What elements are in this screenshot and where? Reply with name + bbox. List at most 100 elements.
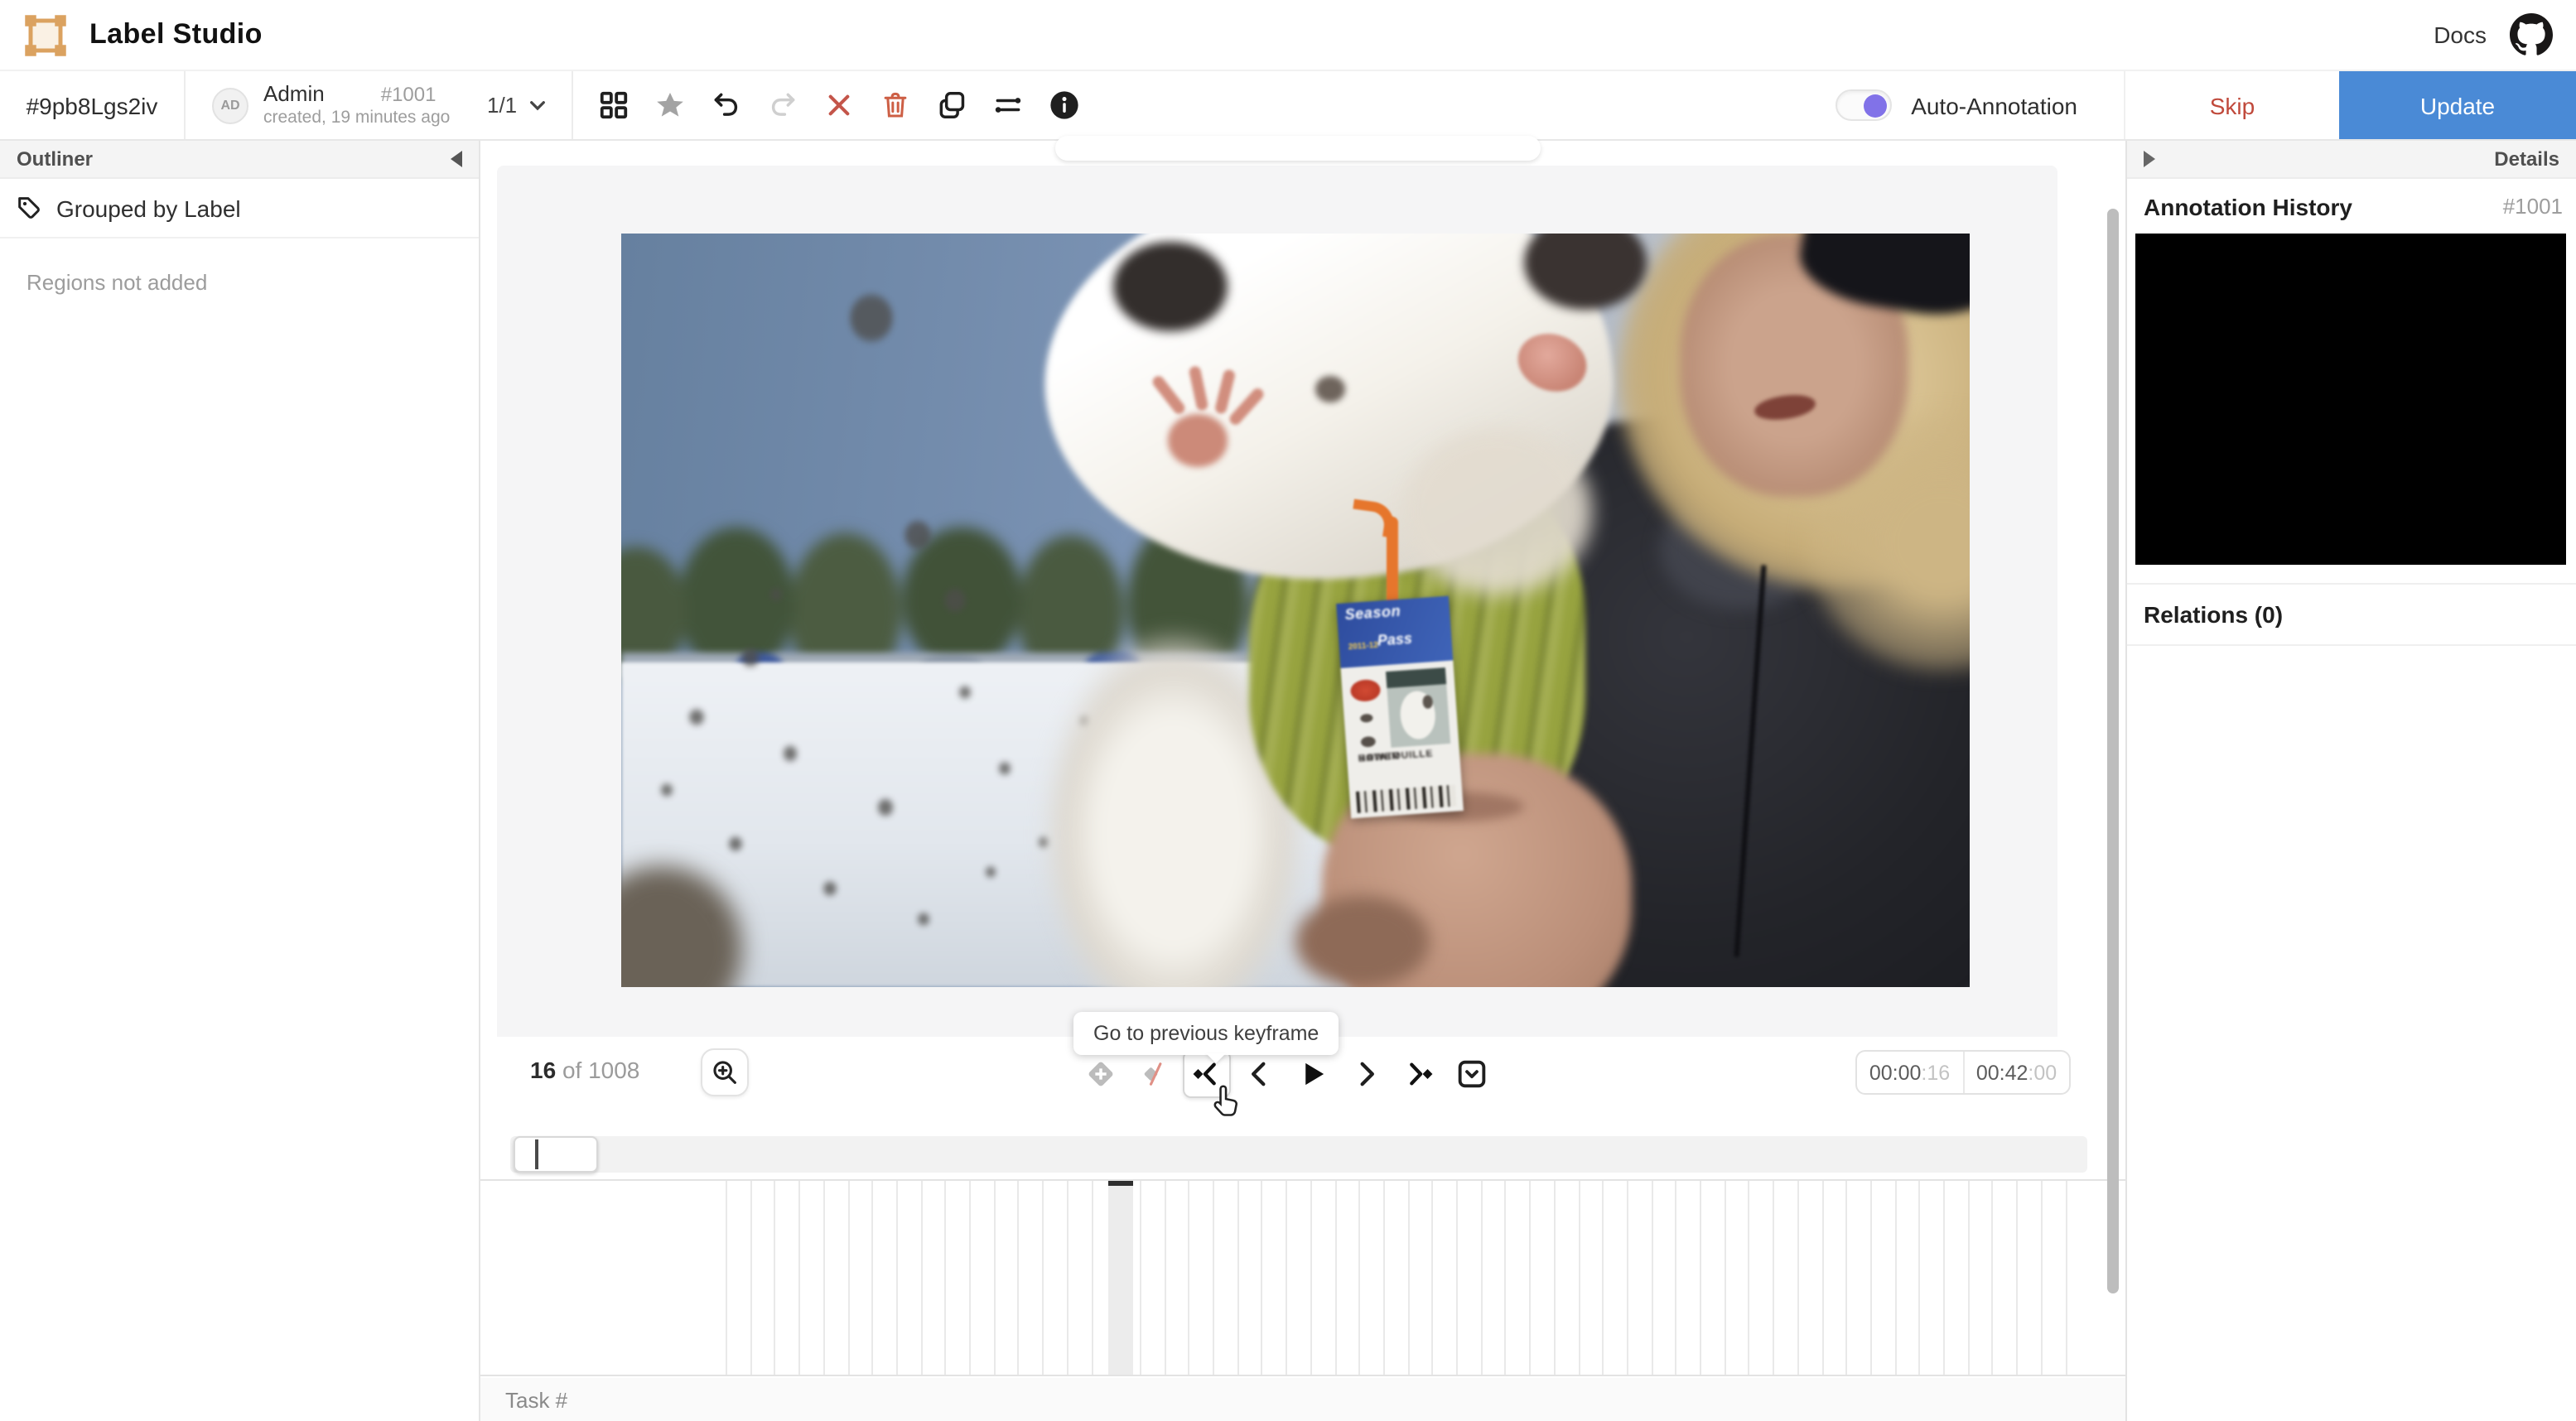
github-icon[interactable] — [2510, 13, 2553, 56]
playback-buttons — [1077, 1048, 1496, 1115]
add-keyframe-button[interactable] — [1077, 1049, 1125, 1097]
redo-button[interactable] — [765, 88, 800, 123]
timeline-tick — [1943, 1181, 1945, 1375]
magnifier-plus-icon — [713, 1061, 736, 1084]
hand-shadow — [1295, 896, 1430, 987]
timeline-tick — [1578, 1181, 1580, 1375]
group-by-label-control[interactable]: Grouped by Label — [0, 179, 479, 238]
view-all-button[interactable] — [596, 88, 631, 123]
info-button[interactable] — [1047, 88, 1082, 123]
timeline-tick — [1066, 1181, 1069, 1375]
timeline-tick — [969, 1181, 971, 1375]
dirt-spot — [823, 881, 837, 897]
season-pass-card: Season Pass 2011-12 RATATOUILLE BOWER — [1336, 595, 1465, 818]
total-time: 00:42:00 — [1975, 1061, 2057, 1084]
annotation-id: #1001 — [380, 82, 437, 105]
chevron-down-icon — [530, 101, 546, 111]
timeline-tick — [1967, 1181, 1970, 1375]
tooltip-arrow — [1206, 1053, 1226, 1063]
timeline-playhead[interactable] — [1108, 1181, 1133, 1375]
timeline-tick — [847, 1181, 849, 1375]
annotation-history-id: #1001 — [2502, 194, 2563, 219]
timeline-tick — [1382, 1181, 1385, 1375]
timeline-tick — [2065, 1181, 2067, 1375]
collapse-panel-icon[interactable] — [451, 151, 462, 167]
possum-ear-left — [1113, 241, 1228, 332]
timeline[interactable] — [480, 1179, 2125, 1376]
timeline-tick — [1213, 1181, 1214, 1375]
card-barcode — [1356, 784, 1458, 813]
dirt-spot — [985, 866, 996, 879]
dirt-spot — [918, 912, 930, 926]
app-header: Label Studio Docs — [0, 0, 2576, 71]
delete-button[interactable] — [878, 88, 913, 123]
outliner-title: Outliner — [17, 147, 94, 171]
timeline-tick — [1797, 1181, 1799, 1375]
card-logo — [1351, 677, 1382, 701]
frame-current: 16 — [530, 1057, 557, 1083]
timeline-tick — [1773, 1181, 1775, 1375]
timeline-tick — [1042, 1181, 1044, 1375]
next-frame-button[interactable] — [1342, 1049, 1390, 1097]
expand-panel-icon[interactable] — [2144, 151, 2155, 167]
minimap-window[interactable] — [514, 1136, 598, 1173]
dirt-spot — [850, 293, 894, 344]
dirt-spot — [877, 798, 893, 816]
play-button[interactable] — [1289, 1049, 1337, 1097]
timeline-tick — [1139, 1181, 1141, 1375]
dirt-spot — [661, 783, 673, 797]
possum-eye — [1315, 376, 1346, 402]
docs-link[interactable]: Docs — [2434, 22, 2487, 48]
vertical-scrollbar[interactable] — [2107, 209, 2119, 1293]
annotation-pager[interactable]: 1/1 — [480, 71, 574, 139]
timeline-tick — [871, 1181, 874, 1375]
label-studio-logo-icon — [25, 14, 66, 55]
next-keyframe-button[interactable] — [1395, 1049, 1443, 1097]
prev-frame-button[interactable] — [1236, 1049, 1284, 1097]
timeline-tick — [1553, 1181, 1556, 1375]
timeline-tick — [1310, 1181, 1312, 1375]
auto-annotation-toggle[interactable] — [1835, 89, 1892, 121]
card-photo — [1387, 667, 1451, 749]
timeline-tick — [1626, 1181, 1628, 1375]
timeline-tick — [1991, 1181, 1994, 1375]
timeline-tick — [798, 1181, 801, 1375]
timeline-tick — [750, 1181, 752, 1375]
zoom-button[interactable] — [701, 1048, 749, 1096]
timeline-tick — [1480, 1181, 1483, 1375]
dirt-spot — [904, 519, 931, 551]
timeline-tick — [1869, 1181, 1872, 1375]
timeline-tick — [1894, 1181, 1897, 1375]
timeline-minimap[interactable] — [510, 1136, 2087, 1173]
tooltip-text: Go to previous keyframe — [1093, 1022, 1319, 1045]
annotation-created: created, 19 minutes ago — [263, 108, 451, 128]
card-season-text: Season — [1344, 601, 1402, 622]
timeline-tick — [726, 1181, 727, 1375]
viewport: Label Studio Docs #9pb8Lgs2iv AD Admin #… — [0, 0, 2576, 1421]
timeline-tick — [1724, 1181, 1726, 1375]
card-pass-text: Pass — [1377, 629, 1414, 648]
outliner-panel: Outliner Grouped by Label Regions not ad… — [0, 141, 480, 1421]
skip-button[interactable]: Skip — [2124, 71, 2339, 139]
duplicate-button[interactable] — [934, 88, 969, 123]
frame-counter: 16 of 1008 — [530, 1057, 639, 1083]
video-frame[interactable]: Season Pass 2011-12 RATATOUILLE BOWER — [621, 234, 1970, 987]
timeline-tick — [1529, 1181, 1532, 1375]
ground-truth-star-button[interactable] — [653, 88, 687, 123]
timeline-tick — [1358, 1181, 1361, 1375]
update-button[interactable]: Update — [2339, 71, 2576, 139]
undo-button[interactable] — [709, 88, 744, 123]
card-header: Season Pass 2011-12 — [1336, 595, 1454, 668]
time-display[interactable]: 00:00:16 00:42:00 — [1855, 1050, 2071, 1095]
details-panel: Details Annotation History #1001 Relatio… — [2125, 141, 2576, 1421]
reset-button[interactable] — [822, 88, 856, 123]
settings-sliders-button[interactable] — [991, 88, 1025, 123]
details-title: Details — [2494, 147, 2559, 171]
timeline-tick — [1334, 1181, 1336, 1375]
toggle-timeline-button[interactable] — [1448, 1049, 1496, 1097]
regions-empty-text: Regions not added — [27, 270, 208, 295]
annotation-history-label: Annotation History — [2144, 193, 2352, 219]
remove-keyframe-button[interactable] — [1130, 1049, 1178, 1097]
task-id: #9pb8Lgs2iv — [0, 71, 186, 139]
timeline-tick — [895, 1181, 898, 1375]
